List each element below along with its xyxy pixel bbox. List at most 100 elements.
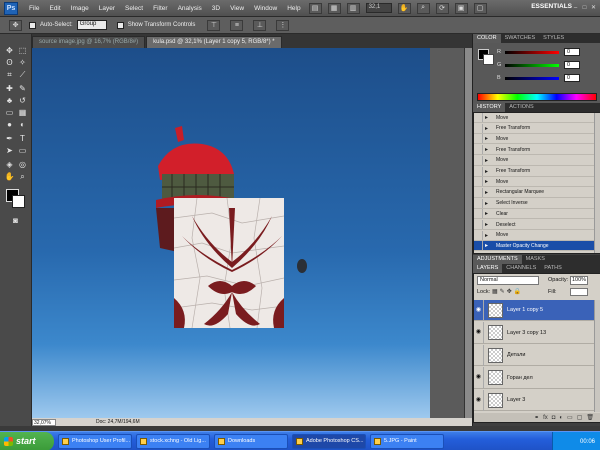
history-item[interactable]: ▸ Move [474,155,594,166]
layer-style-icon[interactable]: fx [543,415,548,421]
move-tool-preset-icon[interactable]: ✥ [9,19,22,31]
history-snapshot-box[interactable] [474,241,483,251]
history-item[interactable]: ▸ Deselect [474,220,594,230]
lock-all-icon[interactable]: 🔒 [514,289,523,295]
history-item[interactable]: ▸ Free Transform [474,123,594,134]
shape-tool-icon[interactable]: ▭ [17,146,28,156]
3d-orbit-tool-icon[interactable]: ◎ [17,160,28,170]
document-canvas[interactable] [32,48,430,418]
tab-adjustments[interactable]: ADJUSTMENTS [473,255,522,264]
maximize-icon[interactable]: □ [581,3,588,12]
taskbar-button[interactable]: Photoshop User Profil... [58,433,132,449]
color-panel-background-swatch[interactable] [483,54,494,65]
menu-3d[interactable]: 3D [207,5,225,12]
color-slider-r[interactable] [505,50,559,54]
eyedropper-tool-icon[interactable]: ⟋ [17,70,28,80]
layer-row[interactable]: Детали [474,344,594,366]
gradient-tool-icon[interactable]: ▦ [17,108,28,118]
menu-select[interactable]: Select [120,5,148,12]
new-layer-icon[interactable]: ▢ [577,414,583,421]
menu-window[interactable]: Window [249,5,282,12]
tab-actions[interactable]: ACTIONS [505,103,537,112]
tab-styles[interactable]: STYLES [539,34,568,43]
auto-select-checkbox[interactable] [29,21,36,29]
new-group-icon[interactable]: ▭ [567,414,573,421]
3d-rotate-tool-icon[interactable]: ◈ [4,160,15,170]
tab-kula-psd[interactable]: kula.psd @ 32,1% (Layer 1 copy 5, RGB/8*… [146,36,282,48]
history-snapshot-box[interactable] [474,187,483,197]
rotate-view-icon[interactable]: ⟳ [435,2,449,14]
healing-brush-tool-icon[interactable]: ✚ [4,84,15,94]
start-button[interactable]: start [0,431,54,450]
layer-visibility-eye-icon[interactable]: ◉ [474,322,484,343]
history-snapshot-box[interactable] [474,230,483,240]
taskbar-button[interactable]: stock.xchng - Old Lig... [136,433,210,449]
history-brush-tool-icon[interactable]: ↺ [17,96,28,106]
minimize-icon[interactable]: – [572,3,579,12]
history-item[interactable]: ▸ Move [474,113,594,123]
lasso-tool-icon[interactable]: ʘ [4,58,15,68]
lock-position-icon[interactable]: ✥ [507,289,514,295]
lock-pixels-icon[interactable]: ✎ [500,289,507,295]
fill-field[interactable] [570,288,588,296]
layer-row[interactable]: ◉ Layer 3 [474,389,594,411]
align-top-icon[interactable]: ⊤ [207,19,221,31]
zoom-tool-icon[interactable]: ⌕ [17,172,28,182]
view-extras-icon[interactable]: ▥ [346,2,360,14]
color-value-g[interactable]: 0 [564,61,580,69]
history-snapshot-box[interactable] [474,209,483,219]
layer-visibility-eye-icon[interactable]: ◉ [474,299,484,321]
canvas-vertical-scrollbar[interactable] [464,48,472,418]
history-item[interactable]: ▸ Free Transform [474,166,594,177]
layer-row[interactable]: ◉ Layer 3 copy 13 [474,322,594,344]
delete-layer-icon[interactable]: 🗑 [586,414,594,421]
crop-tool-icon[interactable]: ⌗ [4,70,15,80]
history-item[interactable]: ▸ Move [474,134,594,145]
menu-layer[interactable]: Layer [94,5,120,12]
history-scrollbar[interactable] [594,113,600,253]
lock-transparent-icon[interactable]: ▦ [492,289,500,295]
layer-row[interactable]: ◉ Горан дел [474,367,594,389]
color-value-r[interactable]: 0 [564,48,580,56]
taskbar-button[interactable]: Downloads [214,433,288,449]
brush-tool-icon[interactable]: ✎ [17,84,28,94]
tab-masks[interactable]: MASKS [522,255,549,264]
tab-paths[interactable]: PATHS [540,264,566,273]
magic-wand-tool-icon[interactable]: ✧ [17,58,28,68]
zoom-level-field[interactable]: 32,1 [365,3,392,13]
background-color-swatch[interactable] [12,195,25,208]
menu-edit[interactable]: Edit [44,5,65,12]
taskbar-button[interactable]: Adobe Photoshop CS... [292,433,366,449]
color-slider-g[interactable] [505,63,559,67]
color-value-b[interactable]: 0 [564,74,580,82]
taskbar-button[interactable]: 5.JPG - Paint [370,433,444,449]
history-item[interactable]: ▸ Move [474,230,594,241]
marquee-tool-icon[interactable]: ⬚ [17,46,28,56]
pen-tool-icon[interactable]: ✒ [4,134,15,144]
clone-stamp-tool-icon[interactable]: ♣ [4,96,15,106]
adjustment-layer-icon[interactable]: ◐ [559,415,563,421]
align-bottom-icon[interactable]: ⊥ [253,19,267,31]
hand-icon[interactable]: ✋ [397,2,411,14]
history-snapshot-box[interactable] [474,145,483,155]
history-item[interactable]: ▸ Rectangular Marquee [474,187,594,198]
history-snapshot-box[interactable] [474,177,483,187]
layer-row[interactable]: ◉ Layer 1 copy 5 [474,299,594,321]
quick-mask-icon[interactable]: ◙ [10,216,21,226]
history-item[interactable]: ▸ Master Opacity Change [474,241,594,252]
history-snapshot-box[interactable] [474,198,483,208]
layer-visibility-eye-icon[interactable]: ◉ [474,367,484,388]
tab-history[interactable]: HISTORY [473,103,506,112]
history-snapshot-box[interactable] [474,134,483,144]
workspace-switcher[interactable]: ESSENTIALS [531,3,572,10]
history-snapshot-box[interactable] [474,166,483,176]
menu-help[interactable]: Help [282,5,305,12]
color-slider-b[interactable] [505,76,559,80]
blur-tool-icon[interactable]: ● [4,120,15,130]
history-item[interactable]: ▸ Move [474,177,594,188]
zoom-status-field[interactable]: 32,07% [32,418,56,426]
path-selection-tool-icon[interactable]: ➤ [4,146,15,156]
distribute-icon[interactable]: ⋮ [276,19,290,31]
history-item[interactable]: ▸ Select Inverse [474,198,594,209]
history-snapshot-box[interactable] [474,155,483,165]
